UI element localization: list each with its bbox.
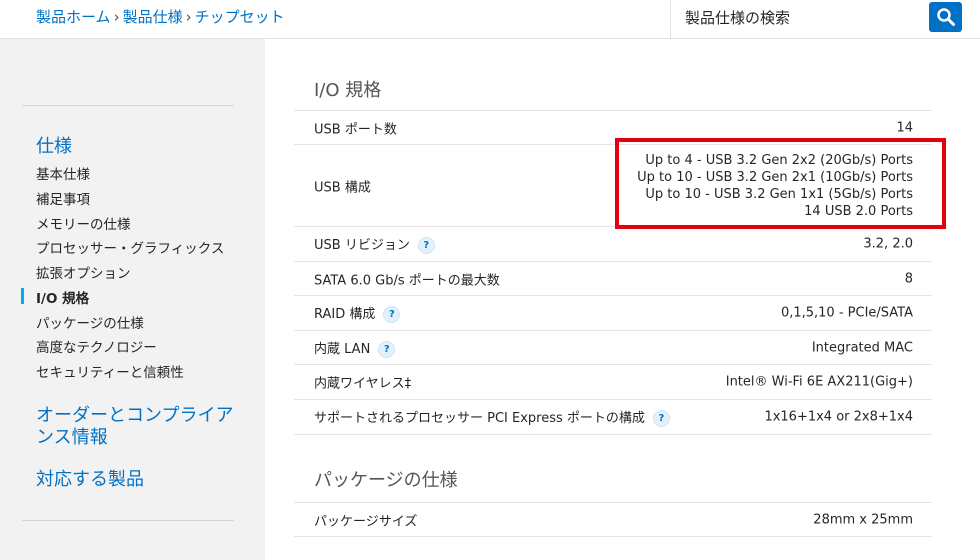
spec-value: 1x16+1x4 or 2x8+1x4 [764,409,913,425]
breadcrumb-separator: › [113,8,120,26]
spec-row-raid: RAID 構成? 0,1,5,10 - PCIe/SATA [294,296,932,331]
spec-row-pcie-config: サポートされるプロセッサー PCI Express ポートの構成? 1x16+1… [294,400,932,435]
top-bar: 製品ホーム › 製品仕様 › チップセット 製品仕様の検索 [0,0,980,39]
main-content: I/O 規格 USB ポート数 14 USB 構成 Up to 4 - USB … [265,39,980,560]
spec-label: パッケージサイズ [314,514,418,529]
help-icon[interactable]: ? [383,306,401,323]
breadcrumb: 製品ホーム › 製品仕様 › チップセット [36,6,285,27]
spec-value: 14 [896,120,913,135]
spec-value: 28mm x 25mm [813,512,913,527]
sidebar-item-graphics[interactable]: プロセッサー・グラフィックス [36,237,224,257]
spec-label: RAID 構成? [314,303,401,323]
search-icon [937,8,955,26]
sidebar-heading-order-line2: ンス情報 [36,427,108,448]
spec-row-integrated-lan: 内蔵 LAN? Integrated MAC [294,331,932,365]
spec-label: USB 構成 [314,180,371,195]
help-icon[interactable]: ? [652,410,670,427]
help-icon[interactable]: ? [378,340,396,358]
sidebar-heading-order-line1: オーダーとコンプライア [36,405,234,426]
usb-config-highlight-box [615,138,946,229]
spec-row-package-size: パッケージサイズ 28mm x 25mm [294,502,932,537]
sidebar-heading-products[interactable]: 対応する製品 [36,469,144,491]
spec-value: Intel® Wi-Fi 6E AX211(Gig+) [725,374,913,390]
spec-label-text: 内蔵 LAN [314,341,371,357]
sidebar-heading-spec[interactable]: 仕様 [36,136,72,158]
spec-label: 内蔵ワイヤレス‡ [314,376,412,392]
spec-label-text: USB リビジョン [314,238,410,253]
breadcrumb-separator: › [185,8,192,26]
sidebar-item-basic-spec[interactable]: 基本仕様 [36,163,90,183]
sidebar-item-expansion[interactable]: 拡張オプション [36,262,131,282]
spec-label: SATA 6.0 Gb/s ポートの最大数 [314,273,500,288]
spec-row-integrated-wireless: 内蔵ワイヤレス‡ Intel® Wi-Fi 6E AX211(Gig+) [294,365,932,400]
spec-row-sata-ports: SATA 6.0 Gb/s ポートの最大数 8 [294,262,932,296]
spec-label: USB ポート数 [314,122,397,137]
spec-value: 0,1,5,10 - PCIe/SATA [780,305,913,321]
sidebar-item-memory[interactable]: メモリーの仕様 [36,213,131,233]
sidebar-heading-order[interactable]: オーダーとコンプライア ンス情報 [36,405,233,449]
breadcrumb-product-home[interactable]: 製品ホーム [36,8,111,26]
spec-value: 3.2, 2.0 [863,236,913,252]
spec-label-text: RAID 構成 [314,307,376,322]
help-icon[interactable]: ? [417,237,435,254]
sidebar-item-advanced-tech[interactable]: 高度なテクノロジー [36,336,157,356]
section-title-package: パッケージの仕様 [314,470,458,491]
spec-label-text: サポートされるプロセッサー PCI Express ポートの構成 [314,411,645,426]
spec-label: サポートされるプロセッサー PCI Express ポートの構成? [314,407,670,427]
sidebar-divider [22,520,234,521]
breadcrumb-chipset[interactable]: チップセット [195,8,285,26]
spec-row-usb-revision: USB リビジョン? 3.2, 2.0 [294,227,932,262]
search-placeholder: 製品仕様の検索 [685,9,791,27]
sidebar-item-security[interactable]: セキュリティーと信頼性 [36,361,184,381]
spec-label: 内蔵 LAN? [314,338,396,358]
search-input[interactable]: 製品仕様の検索 [670,0,928,38]
sidebar-divider [22,105,234,106]
spec-label: USB リビジョン? [314,234,435,254]
spec-value: Integrated MAC [811,340,913,355]
search-button[interactable] [929,2,962,32]
sidebar-item-package[interactable]: パッケージの仕様 [36,312,144,332]
breadcrumb-product-spec[interactable]: 製品仕様 [123,8,183,26]
sidebar-item-io[interactable]: I/O 規格 [36,287,89,307]
spec-value: 8 [904,271,913,286]
section-title-io: I/O 規格 [314,80,382,101]
sidebar-item-supplemental[interactable]: 補足事項 [36,188,90,208]
active-item-marker [21,288,24,304]
sidebar: 仕様 基本仕様 補足事項 メモリーの仕様 プロセッサー・グラフィックス 拡張オプ… [0,39,265,560]
